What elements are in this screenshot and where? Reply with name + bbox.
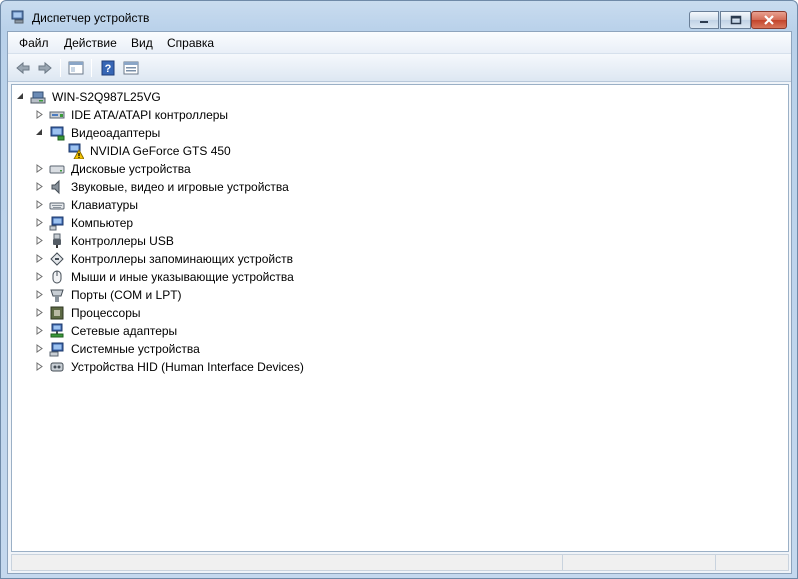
window-title: Диспетчер устройств: [32, 11, 150, 25]
tree-node-label: Звуковые, видео и игровые устройства: [71, 180, 289, 194]
expand-arrow-icon[interactable]: [35, 164, 44, 173]
tree-node-ide[interactable]: IDE ATA/ATAPI контроллеры: [12, 106, 772, 124]
display-adapter-icon: [50, 126, 65, 141]
ide-controller-icon: [49, 111, 65, 119]
tree-node-nvidia[interactable]: NVIDIA GeForce GTS 450: [12, 142, 772, 160]
status-bar-panel: [562, 555, 715, 570]
device-manager-icon: [11, 10, 24, 24]
expand-arrow-icon[interactable]: [35, 308, 44, 317]
collapse-arrow-icon[interactable]: [16, 92, 25, 101]
expand-arrow-icon[interactable]: [35, 362, 44, 371]
expand-arrow-icon[interactable]: [35, 272, 44, 281]
tree-node-label: Дисковые устройства: [71, 162, 191, 176]
title-bar[interactable]: Диспетчер устройств: [1, 1, 797, 31]
tree-node-keyboards[interactable]: Клавиатуры: [12, 196, 772, 214]
expand-arrow-icon[interactable]: [35, 200, 44, 209]
speaker-icon: [51, 179, 60, 195]
expand-arrow-icon[interactable]: [35, 290, 44, 299]
tree-node-label: NVIDIA GeForce GTS 450: [90, 144, 231, 158]
expand-arrow-icon[interactable]: [35, 344, 44, 353]
close-button[interactable]: [751, 11, 787, 29]
tree-node-label: Сетевые адаптеры: [71, 324, 178, 338]
svg-text:?: ?: [105, 63, 112, 75]
status-bar: [11, 554, 789, 571]
menu-view[interactable]: Вид: [131, 36, 153, 50]
device-manager-window: Диспетчер устройств Файл Действие Вид Сп…: [0, 0, 798, 579]
expand-arrow-icon[interactable]: [35, 236, 44, 245]
usb-icon: [53, 233, 61, 248]
forward-icon: [38, 61, 52, 75]
expand-arrow-icon[interactable]: [35, 254, 44, 263]
tree-node-label: Видеоадаптеры: [71, 126, 161, 140]
help-button[interactable]: ?: [97, 58, 119, 78]
tree-node-label: IDE ATA/ATAPI контроллеры: [71, 108, 229, 122]
expand-arrow-icon[interactable]: [35, 218, 44, 227]
minimize-button[interactable]: [689, 11, 719, 29]
tree-node-hid[interactable]: Устройства HID (Human Interface Devices): [12, 358, 772, 376]
tree-node-label: Контроллеры запоминающих устройств: [71, 252, 293, 266]
toolbar-separator: [60, 59, 61, 77]
toolbar: ?: [8, 54, 791, 82]
processor-icon: [50, 306, 64, 320]
tree-node-computer[interactable]: Компьютер: [12, 214, 772, 232]
tree-root[interactable]: WIN-S2Q987L25VG: [12, 88, 772, 106]
storage-controller-icon: [50, 252, 64, 266]
disk-drive-icon: [49, 165, 65, 174]
toolbar-separator: [91, 59, 92, 77]
tree-node-sound[interactable]: Звуковые, видео и игровые устройства: [12, 178, 772, 196]
maximize-icon: [730, 15, 741, 25]
menu-help[interactable]: Справка: [167, 36, 214, 50]
menu-file[interactable]: Файл: [19, 36, 49, 50]
hid-icon: [50, 362, 64, 372]
tree-node-label: Компьютер: [71, 216, 134, 230]
tree-node-mice[interactable]: Мыши и иные указывающие устройства: [12, 268, 772, 286]
warning-display-icon: [68, 143, 84, 159]
tree-node-label: Процессоры: [71, 306, 141, 320]
device-tree[interactable]: WIN-S2Q987L25VG IDE ATA/ATAPI контроллер…: [11, 84, 789, 552]
mouse-icon: [52, 270, 62, 284]
expand-arrow-icon[interactable]: [35, 326, 44, 335]
tree-node-label: Порты (COM и LPT): [71, 288, 182, 302]
tree-node-label: Системные устройства: [71, 342, 200, 356]
minimize-icon: [700, 21, 708, 23]
properties-icon: [123, 61, 139, 75]
menu-action[interactable]: Действие: [64, 36, 117, 50]
back-button[interactable]: [12, 58, 34, 78]
show-hide-console-tree-icon: [68, 61, 84, 75]
tree-node-usb[interactable]: Контроллеры USB: [12, 232, 772, 250]
tree-node-disk-drives[interactable]: Дисковые устройства: [12, 160, 772, 178]
tree-node-ports[interactable]: Порты (COM и LPT): [12, 286, 772, 304]
tree-node-display-adapters[interactable]: Видеоадаптеры: [12, 124, 772, 142]
expand-arrow-icon[interactable]: [35, 110, 44, 119]
back-icon: [16, 61, 30, 75]
tree-node-label: Мыши и иные указывающие устройства: [71, 270, 294, 284]
computer-root-icon: [30, 91, 46, 104]
tree-node-label: Клавиатуры: [71, 198, 138, 212]
tree-node-label: Контроллеры USB: [71, 234, 174, 248]
help-icon: ?: [101, 60, 115, 76]
menu-bar: Файл Действие Вид Справка: [8, 32, 791, 54]
tree-node-processors[interactable]: Процессоры: [12, 304, 772, 322]
expand-arrow-icon[interactable]: [35, 182, 44, 191]
close-icon: [764, 15, 774, 25]
status-bar-panel: [715, 555, 788, 570]
computer-name: WIN-S2Q987L25VG: [52, 90, 161, 104]
collapse-arrow-icon[interactable]: [35, 128, 44, 137]
show-hide-console-tree-button[interactable]: [65, 58, 87, 78]
tree-node-label: Устройства HID (Human Interface Devices): [71, 360, 304, 374]
port-icon: [50, 289, 64, 302]
properties-button[interactable]: [120, 58, 142, 78]
maximize-button[interactable]: [720, 11, 751, 29]
tree-node-network-adapters[interactable]: Сетевые адаптеры: [12, 322, 772, 340]
computer-icon: [49, 216, 64, 231]
tree-node-storage-controllers[interactable]: Контроллеры запоминающих устройств: [12, 250, 772, 268]
system-device-icon: [49, 342, 64, 357]
tree-node-system-devices[interactable]: Системные устройства: [12, 340, 772, 358]
keyboard-icon: [49, 202, 65, 210]
forward-button[interactable]: [34, 58, 56, 78]
network-adapter-icon: [50, 323, 64, 338]
client-area: Файл Действие Вид Справка ? WIN-S2Q987L2…: [7, 31, 792, 574]
